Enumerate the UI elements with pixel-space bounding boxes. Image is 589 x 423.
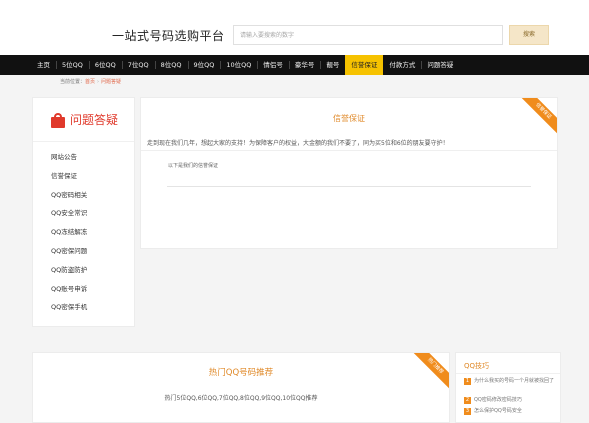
nav-item-home[interactable]: 主页: [31, 55, 56, 75]
sidebar-item-qq-password[interactable]: QQ密码相关: [33, 186, 134, 205]
qq-tip-item[interactable]: 3 怎么保护QQ号码安全: [464, 408, 558, 415]
breadcrumb-label: 当前位置：: [60, 79, 86, 85]
panel-subtext: 以下是我们的信誉保证: [168, 163, 219, 169]
sidebar-item-qq-secret-question[interactable]: QQ密保问题: [33, 242, 134, 261]
qq-tips-box: QQ技巧 1 为什么我买的号码一个月就被找回了 2 QQ密码修改密码技巧 3 怎…: [455, 352, 561, 423]
qq-tip-text[interactable]: QQ密码修改密码技巧: [474, 397, 558, 404]
sidebar-item-credit-guarantee[interactable]: 信誉保证: [33, 167, 134, 186]
nav-item-payment-methods[interactable]: 付款方式: [383, 55, 421, 75]
sidebar-header: 问题答疑: [33, 98, 134, 142]
nav-item-9-digit-qq[interactable]: 9位QQ: [187, 55, 221, 75]
sidebar-item-qq-appeal[interactable]: QQ账号申诉: [33, 280, 134, 299]
site-title: 一站式号码选购平台: [112, 29, 225, 43]
site-header: 一站式号码选购平台 搜索: [0, 0, 589, 55]
qq-tip-number: 2: [464, 397, 471, 404]
search-button[interactable]: 搜索: [509, 25, 549, 45]
nav-item-6-digit-qq[interactable]: 6位QQ: [88, 55, 122, 75]
sidebar-title: 问题答疑: [70, 113, 119, 127]
nav-item-couple-numbers[interactable]: 情侣号: [257, 55, 289, 75]
panel-description: 走到现在我们几年，想起大家的支持！为保障客户的权益，大金额的我们不要了，同为买5…: [147, 140, 449, 147]
sidebar-item-announcement[interactable]: 网站公告: [33, 148, 134, 167]
sidebar-item-qq-secure-phone[interactable]: QQ密保手机: [33, 298, 134, 317]
nav-item-faq[interactable]: 问题答疑: [421, 55, 459, 75]
nav-item-credit-guarantee[interactable]: 信誉保证: [345, 55, 384, 75]
nav-item-5-digit-qq[interactable]: 5位QQ: [56, 55, 89, 75]
breadcrumb: 当前位置：首页 › 问题答疑: [60, 78, 121, 85]
nav-item-10-digit-qq[interactable]: 10位QQ: [220, 55, 257, 75]
nav-item-8-digit-qq[interactable]: 8位QQ: [154, 55, 188, 75]
panel-divider: [141, 150, 557, 151]
qq-tips-title: QQ技巧: [464, 362, 490, 370]
qq-tips-divider: [456, 373, 560, 374]
nav-item-luxury-numbers[interactable]: 豪华号: [288, 55, 321, 75]
nav-item-7-digit-qq[interactable]: 7位QQ: [121, 55, 155, 75]
qq-tip-text[interactable]: 怎么保护QQ号码安全: [474, 408, 558, 415]
qq-tip-item[interactable]: 2 QQ密码修改密码技巧: [464, 397, 558, 404]
sidebar: 问题答疑 网站公告 信誉保证 QQ密码相关 QQ安全常识 QQ冻结解冻 QQ密保…: [32, 97, 135, 327]
hot-section-title: 热门QQ号码推荐: [208, 368, 274, 378]
hot-numbers-section: 热门QQ号码推荐 热门5位QQ,6位QQ,7位QQ,8位QQ,9位QQ,10位Q…: [32, 352, 450, 423]
qq-tip-number: 3: [464, 408, 471, 415]
credit-guarantee-panel: 信誉保证 走到现在我们几年，想起大家的支持！为保障客户的权益，大金额的我们不要了…: [140, 97, 558, 249]
qq-tip-item[interactable]: 1 为什么我买的号码一个月就被找回了: [464, 378, 558, 385]
breadcrumb-home-link[interactable]: 首页: [85, 79, 95, 85]
main-nav: 主页 5位QQ 6位QQ 7位QQ 8位QQ 9位QQ 10位QQ 情侣号 豪华…: [0, 55, 589, 75]
sidebar-item-qq-theft-protection[interactable]: QQ防盗防护: [33, 261, 134, 280]
qq-tip-text[interactable]: 为什么我买的号码一个月就被找回了: [474, 378, 558, 385]
sidebar-item-qq-freeze[interactable]: QQ冻结解冻: [33, 223, 134, 242]
breadcrumb-current: 问题答疑: [101, 79, 122, 85]
panel-line: [167, 186, 531, 187]
panel-title: 信誉保证: [333, 114, 365, 123]
nav-item-premium-numbers[interactable]: 靓号: [320, 55, 345, 75]
sidebar-item-qq-security[interactable]: QQ安全常识: [33, 204, 134, 223]
qq-tip-number: 1: [464, 378, 471, 385]
search-box: [233, 25, 503, 45]
hot-section-description[interactable]: 热门5位QQ,6位QQ,7位QQ,8位QQ,9位QQ,10位QQ推荐: [33, 393, 449, 402]
shopping-bag-icon: [51, 112, 65, 128]
sidebar-list: 网站公告 信誉保证 QQ密码相关 QQ安全常识 QQ冻结解冻 QQ密保问题 QQ…: [33, 142, 134, 317]
search-input[interactable]: [234, 26, 502, 44]
